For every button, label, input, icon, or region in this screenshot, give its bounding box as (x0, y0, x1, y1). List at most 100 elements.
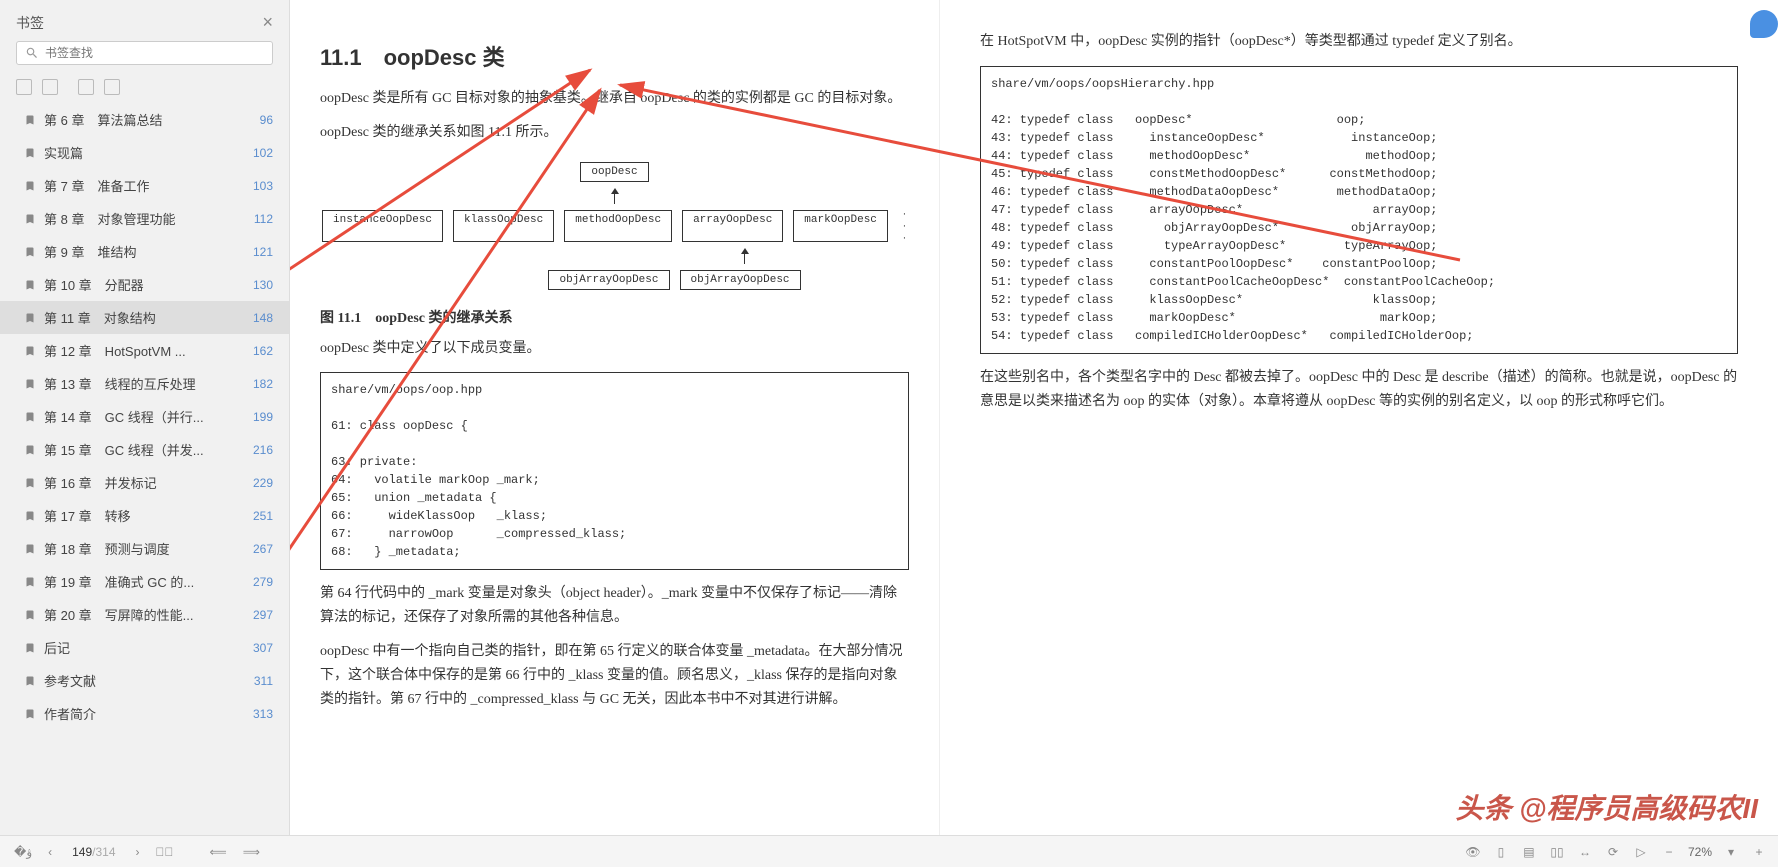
bookmark-icon (24, 311, 36, 325)
bookmark-page: 216 (253, 443, 273, 457)
zoom-dropdown-icon[interactable]: ▾ (1722, 843, 1740, 861)
bookmark-item[interactable]: 第 8 章 对象管理功能112 (0, 202, 289, 235)
paragraph: oopDesc 类的继承关系如图 11.1 所示。 (320, 121, 909, 145)
document-viewport: 11.1 oopDesc 类 oopDesc 类是所有 GC 目标对象的抽象基类… (290, 0, 1778, 867)
bookmark-page: 96 (260, 113, 273, 127)
collapse-all-icon[interactable] (42, 79, 58, 95)
bookmark-icon (24, 608, 36, 622)
bookmark-icon (24, 641, 36, 655)
diagram-node: methodOopDesc (564, 210, 672, 242)
bookmark-tool-icon[interactable] (78, 79, 94, 95)
diagram-node: objArrayOopDesc (548, 270, 669, 290)
bookmark-item[interactable]: 第 20 章 写屏障的性能...297 (0, 598, 289, 631)
paragraph: 在 HotSpotVM 中，oopDesc 实例的指针（oopDesc*）等类型… (980, 30, 1738, 54)
play-icon[interactable]: ▷ (1632, 843, 1650, 861)
expand-all-icon[interactable] (16, 79, 32, 95)
bookmark-page: 199 (253, 410, 273, 424)
rotate-icon[interactable]: ⟳ (1604, 843, 1622, 861)
forward-button[interactable]: ⟹ (239, 843, 264, 861)
bookmark-page: 307 (253, 641, 273, 655)
bookmark-item[interactable]: 后记307 (0, 631, 289, 664)
bookmark-icon (24, 542, 36, 556)
bookmark-label: 第 17 章 转移 (44, 506, 245, 525)
back-button[interactable]: ⟸ (206, 843, 231, 861)
bookmark-item[interactable]: 第 12 章 HotSpotVM ...162 (0, 334, 289, 367)
bookmark-item[interactable]: 第 9 章 堆结构 121 (0, 235, 289, 268)
bookmark-page: 148 (253, 311, 273, 325)
bookmark-search[interactable] (16, 41, 273, 65)
bookmark-item[interactable]: 第 18 章 预测与调度267 (0, 532, 289, 565)
last-page-button[interactable]: ۋ⃒ (152, 843, 178, 861)
bookmark-page: 279 (253, 575, 273, 589)
bookmark-item[interactable]: 第 10 章 分配器 130 (0, 268, 289, 301)
section-heading: 11.1 oopDesc 类 (320, 40, 909, 72)
bookmark-label: 第 19 章 准确式 GC 的... (44, 572, 245, 591)
bookmark-icon (24, 278, 36, 292)
search-icon (25, 46, 39, 60)
zoom-out-icon[interactable]: − (1660, 843, 1678, 861)
zoom-level[interactable]: 72% (1688, 845, 1712, 859)
bookmark-item[interactable]: 第 6 章 算法篇总结 96 (0, 103, 289, 136)
bookmark-label: 第 11 章 对象结构 (44, 308, 245, 327)
bookmark-item[interactable]: 第 13 章 线程的互斥处理182 (0, 367, 289, 400)
bookmark-label: 作者简介 (44, 704, 245, 723)
code-block: share/vm/oops/oop.hpp 61: class oopDesc … (320, 372, 909, 570)
bookmark-item[interactable]: 第 17 章 转移251 (0, 499, 289, 532)
bookmark-item[interactable]: 第 15 章 GC 线程（并发... 216 (0, 433, 289, 466)
inheritance-diagram: oopDesc instanceOopDescklassOopDescmetho… (320, 160, 909, 292)
bookmark-label: 第 15 章 GC 线程（并发... (44, 440, 245, 459)
bookmark-label: 实现篇 (44, 143, 245, 162)
bookmark-icon (24, 707, 36, 721)
bookmark-tool-icon-2[interactable] (104, 79, 120, 95)
view-mode-icon[interactable]: 👁 (1464, 843, 1482, 861)
bookmark-page: 162 (253, 344, 273, 358)
fit-width-icon[interactable]: ↔ (1576, 843, 1594, 861)
paragraph: 第 64 行代码中的 _mark 变量是对象头（object header）。_… (320, 582, 909, 630)
bookmark-item[interactable]: 作者简介 313 (0, 697, 289, 730)
bookmark-item[interactable]: 实现篇102 (0, 136, 289, 169)
bookmark-icon (24, 212, 36, 226)
sidebar-title: 书签 (16, 13, 44, 33)
bookmark-label: 第 6 章 算法篇总结 (44, 110, 252, 129)
bookmark-item[interactable]: 第 14 章 GC 线程（并行...199 (0, 400, 289, 433)
bookmark-label: 第 10 章 分配器 (44, 275, 245, 294)
bookmark-item[interactable]: 第 19 章 准确式 GC 的... 279 (0, 565, 289, 598)
paragraph: oopDesc 类是所有 GC 目标对象的抽象基类。继承自 oopDesc 的类… (320, 87, 909, 111)
bookmark-item[interactable]: 第 7 章 准备工作103 (0, 169, 289, 202)
bookmark-page: 112 (254, 212, 273, 226)
page-indicator[interactable]: 149/314 (72, 845, 115, 859)
paragraph: 在这些别名中，各个类型名字中的 Desc 都被去掉了。oopDesc 中的 De… (980, 366, 1738, 414)
single-page-icon[interactable]: ▯ (1492, 843, 1510, 861)
bookmark-item[interactable]: 第 11 章 对象结构 148 (0, 301, 289, 334)
bookmark-label: 第 9 章 堆结构 (44, 242, 245, 261)
bookmark-page: 267 (253, 542, 273, 556)
bookmark-item[interactable]: 第 16 章 并发标记229 (0, 466, 289, 499)
bookmark-icon (24, 674, 36, 688)
diagram-ellipsis: · · · (900, 208, 909, 244)
next-page-button[interactable]: › (132, 843, 144, 861)
code-block: share/vm/oops/oopsHierarchy.hpp 42: type… (980, 66, 1738, 354)
first-page-button[interactable]: �ۋ (10, 843, 36, 861)
continuous-icon[interactable]: ▤ (1520, 843, 1538, 861)
bookmark-icon (24, 245, 36, 259)
prev-page-button[interactable]: ‹ (44, 843, 56, 861)
diagram-node: objArrayOopDesc (680, 270, 801, 290)
close-sidebar-icon[interactable]: × (262, 12, 273, 33)
bookmarks-sidebar: 书签 × 第 6 章 算法篇总结 96 实现篇102第 7 章 准备工作103第 8… (0, 0, 290, 867)
bookmark-page: 297 (253, 608, 273, 622)
bookmark-item[interactable]: 参考文献311 (0, 664, 289, 697)
chat-bubble-icon[interactable] (1750, 10, 1778, 38)
bookmark-page: 130 (253, 278, 273, 292)
current-page: 149 (72, 845, 92, 859)
two-page-icon[interactable]: ▯▯ (1548, 843, 1566, 861)
bottom-toolbar: �ۋ ‹ 149/314 › ۋ⃒ ⟸ ⟹ 👁 ▯ ▤ ▯▯ ↔ ⟳ ▷ − 7… (0, 835, 1778, 867)
bookmark-label: 第 16 章 并发标记 (44, 473, 245, 492)
bookmark-page: 121 (253, 245, 273, 259)
bookmark-icon (24, 344, 36, 358)
zoom-in-icon[interactable]: + (1750, 843, 1768, 861)
bookmark-search-input[interactable] (45, 46, 264, 60)
bookmark-page: 313 (253, 707, 273, 721)
bookmark-icon (24, 575, 36, 589)
bookmark-icon (24, 443, 36, 457)
bookmark-icon (24, 113, 36, 127)
